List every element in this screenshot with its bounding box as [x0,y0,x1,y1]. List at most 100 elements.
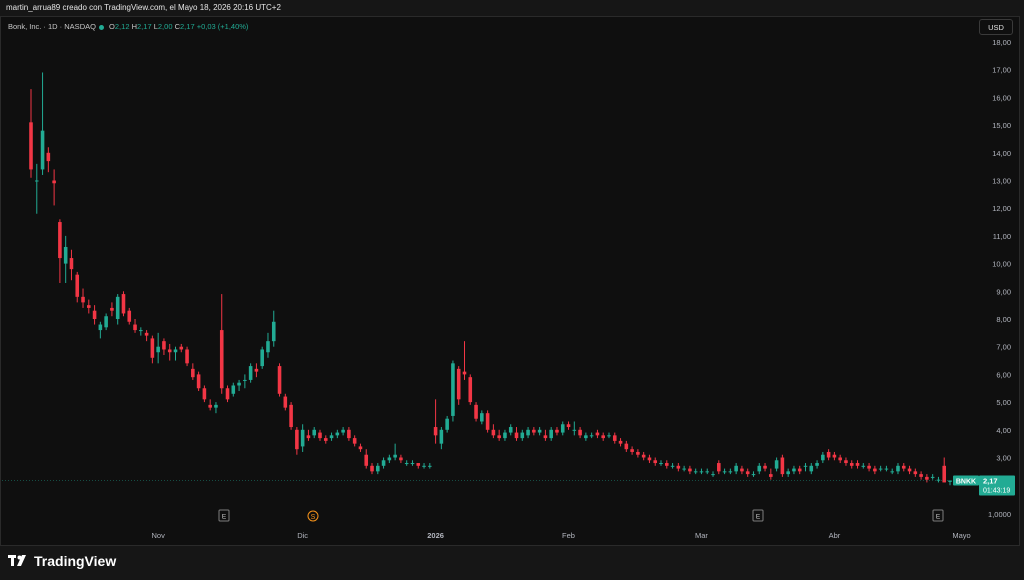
candle-body [358,446,363,450]
candle-body [838,457,842,461]
candle-body [832,454,837,458]
candle-body [705,471,710,473]
candle-body [688,468,692,472]
currency-button[interactable]: USD [979,19,1013,35]
candle-body [243,379,247,381]
candle-body [110,307,114,311]
candle-body [774,460,779,469]
event-marker-label: E [756,514,761,521]
candle-body [815,463,819,466]
price-chart[interactable]: 18,00 17,00 16,00 15,00 14,00 13,00 12,00 11,00… [0,0,1024,580]
candle-body [537,429,542,433]
candle-body [162,341,166,350]
candle-body [896,465,900,472]
candle-body [607,435,611,437]
candle-body [58,222,62,259]
candle-body [797,468,802,472]
candle-body [595,432,600,436]
x-tick-label: 2026 [427,531,444,540]
candle-body [81,296,85,303]
candle-body [214,404,218,408]
candle-body [572,429,577,431]
y-tick-label: 18,00 [992,38,1011,47]
countdown-label: 01:43:19 [983,487,1010,494]
candle-body [491,429,496,436]
y-tick-label: 10,00 [992,260,1011,269]
candle-body [191,368,195,378]
candle-body [52,180,56,184]
candle-body [925,476,929,480]
legend-close: 2,17 [180,22,195,31]
candle-body [514,432,519,439]
candle-body [289,404,293,428]
y-tick-label: 6,00 [996,370,1011,379]
candle-body [670,465,675,467]
candle-body [612,435,617,441]
candle-body [566,424,571,428]
candle-body [653,460,658,464]
candle-body [254,368,259,372]
candle-body [792,468,796,472]
candle-body [526,429,530,436]
candle-body [439,429,444,444]
legend-change: +0,03 (+1,40%) [196,22,249,31]
candle-body [34,180,39,182]
candle-body [664,463,669,466]
candle-body [485,413,490,430]
legend-open: 2,12 [114,22,130,31]
candle-body [624,443,629,450]
candle-body [480,413,484,422]
candle-body [196,374,201,389]
candle-body [133,324,137,331]
candle-body [699,471,704,473]
candle-body [410,463,415,465]
x-tick-label: Mayo [952,531,970,540]
candle-body [474,404,478,419]
legend-high: 2,17 [137,22,152,31]
candle-body [370,465,374,472]
candle-body [202,388,207,400]
candle-body [601,435,605,439]
candle-body [185,349,189,364]
candle-body [884,468,889,470]
candle-body [757,465,762,472]
candle-body [682,468,686,470]
y-tick-label: 9,00 [996,287,1011,296]
x-tick-label: Mar [695,531,708,540]
candle-body [329,435,334,439]
candle-body [740,468,744,472]
candle-body [693,471,698,473]
candle-body [63,246,68,264]
candle-body [260,349,264,367]
candle-body [92,310,97,319]
candle-body [399,457,403,461]
candle-body [40,130,45,170]
candle-body [769,474,773,477]
candle-body [376,465,380,472]
candle-body [341,429,345,433]
y-tick-label: 3,00 [996,454,1011,463]
candle-body [387,457,392,461]
candle-body [127,310,132,322]
candle-body [630,449,634,452]
candle-body [849,463,854,466]
candle-body [913,471,918,475]
candle-body [300,429,305,447]
tradingview-logo-icon [8,555,26,566]
candle-body [786,471,790,475]
candle-body [104,316,108,328]
candle-body [907,468,912,472]
candle-body [711,474,715,476]
market-status-icon [98,24,104,30]
footer-brand: TradingView [8,553,116,569]
candle-body [347,429,351,439]
candle-body [87,305,91,308]
candle-body [456,368,461,400]
candle-body [468,377,473,403]
y-tick-label: 1,0000 [988,510,1011,519]
y-tick-label: 14,00 [992,149,1011,158]
footer-brand-label: TradingView [34,553,117,569]
candle-body [462,371,467,375]
candle-body [144,332,149,336]
candle-body [451,363,455,416]
